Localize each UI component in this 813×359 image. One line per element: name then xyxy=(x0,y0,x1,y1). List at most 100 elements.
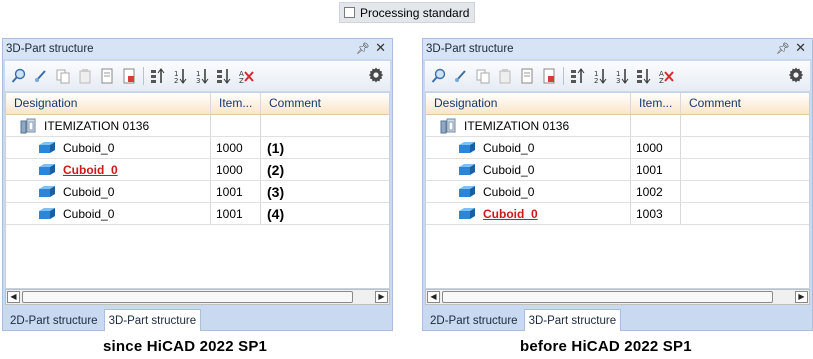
item-number: 1000 xyxy=(631,137,681,158)
column-header-item[interactable]: Item... xyxy=(631,93,681,114)
column-header-comment[interactable]: Comment xyxy=(681,93,809,114)
brush-icon[interactable] xyxy=(33,68,49,84)
comment-cell xyxy=(681,203,809,224)
part-structure-panel-right: 3D-Part structure 📌︎ ✕ 1 2 1 3 A Z Desig… xyxy=(422,38,813,331)
gear-icon[interactable] xyxy=(368,67,384,86)
tab-3d-part-structure[interactable]: 3D-Part structure xyxy=(103,309,202,331)
scroll-left-icon[interactable]: ◀ xyxy=(7,291,20,303)
close-icon[interactable]: ✕ xyxy=(795,40,806,56)
svg-text:Z: Z xyxy=(239,77,244,84)
tree-row[interactable]: Cuboid_0 1001 xyxy=(426,159,809,181)
sort-12-icon[interactable]: 12 xyxy=(592,68,608,84)
caption-since: since HiCAD 2022 SP1 xyxy=(103,338,268,355)
part-label: Cuboid_0 xyxy=(63,140,115,155)
svg-text:2: 2 xyxy=(594,77,598,84)
tab-3d-part-structure[interactable]: 3D-Part structure xyxy=(523,309,622,331)
panel-title-bar: 3D-Part structure 📌︎ ✕ xyxy=(423,39,812,59)
panel-title: 3D-Part structure xyxy=(6,43,94,55)
part-label: Cuboid_0 xyxy=(483,184,535,199)
column-header-designation[interactable]: Designation xyxy=(426,93,631,114)
column-header-designation[interactable]: Designation xyxy=(6,93,211,114)
sort-12-icon[interactable]: 12 xyxy=(172,68,188,84)
part-label: Cuboid_0 xyxy=(63,206,115,221)
grid-header: Designation Item... Comment xyxy=(426,93,809,115)
scroll-right-icon[interactable]: ▶ xyxy=(375,291,388,303)
scroll-right-icon[interactable]: ▶ xyxy=(795,291,808,303)
assembly-label: ITEMIZATION 0136 xyxy=(44,118,150,133)
tree-row[interactable]: Cuboid_0 1001 (4) xyxy=(6,203,389,225)
sort-13-icon[interactable]: 13 xyxy=(614,68,630,84)
cuboid-icon xyxy=(39,208,55,219)
cuboid-icon xyxy=(39,186,55,197)
document-icon[interactable] xyxy=(99,68,115,84)
sort-up-icon[interactable] xyxy=(150,68,166,84)
pin-icon[interactable]: 📌︎ xyxy=(356,42,370,55)
comment-cell xyxy=(681,137,809,158)
caption-before: before HiCAD 2022 SP1 xyxy=(520,338,692,355)
brush-icon[interactable] xyxy=(453,68,469,84)
item-number: 1002 xyxy=(631,181,681,202)
tab-2d-part-structure[interactable]: 2D-Part structure xyxy=(6,311,102,331)
tree-row[interactable]: Cuboid_0 1000 (2) xyxy=(6,159,389,181)
tree-row[interactable]: Cuboid_0 1002 xyxy=(426,181,809,203)
pin-icon[interactable]: 📌︎ xyxy=(776,42,790,55)
toolbar: 12 13 AZ xyxy=(5,61,390,91)
structure-grid: Designation Item... Comment ITEMIZATION … xyxy=(425,92,810,289)
svg-text:3: 3 xyxy=(196,77,200,84)
gear-icon[interactable] xyxy=(788,67,804,86)
cuboid-icon xyxy=(459,208,475,219)
scroll-thumb[interactable] xyxy=(22,291,353,303)
cuboid-icon xyxy=(459,164,475,175)
comment-cell xyxy=(681,181,809,202)
toolbar: 12 13 AZ xyxy=(425,61,810,91)
column-header-comment[interactable]: Comment xyxy=(261,93,389,114)
cuboid-icon xyxy=(39,164,55,175)
checkbox-icon[interactable] xyxy=(344,7,355,18)
sort-down-icon[interactable] xyxy=(216,68,232,84)
close-icon[interactable]: ✕ xyxy=(375,40,386,56)
sort-up-icon[interactable] xyxy=(570,68,586,84)
document-refresh-icon[interactable] xyxy=(121,68,137,84)
tree-row[interactable]: Cuboid_0 1003 xyxy=(426,203,809,225)
panel-tabs: 2D-Part structure 3D-Part structure xyxy=(3,307,392,331)
tab-2d-part-structure[interactable]: 2D-Part structure xyxy=(426,311,522,331)
tree-row-root[interactable]: ITEMIZATION 0136 xyxy=(6,115,389,137)
assembly-icon xyxy=(20,118,36,133)
part-label: Cuboid_0 xyxy=(483,162,535,177)
sort-down-icon[interactable] xyxy=(636,68,652,84)
comment-cell: (4) xyxy=(267,205,285,222)
search-icon[interactable] xyxy=(431,68,447,84)
document-refresh-icon[interactable] xyxy=(541,68,557,84)
processing-standard-checkbox[interactable]: Processing standard xyxy=(339,2,475,23)
sort-13-icon[interactable]: 13 xyxy=(194,68,210,84)
sort-az-clear-icon[interactable]: AZ xyxy=(658,68,674,84)
item-number: 1001 xyxy=(211,203,261,224)
tree-row[interactable]: Cuboid_0 1000 (1) xyxy=(6,137,389,159)
column-header-item[interactable]: Item... xyxy=(211,93,261,114)
cuboid-icon xyxy=(39,142,55,153)
scroll-thumb[interactable] xyxy=(442,291,773,303)
scroll-left-icon[interactable]: ◀ xyxy=(427,291,440,303)
tree-row[interactable]: Cuboid_0 1001 (3) xyxy=(6,181,389,203)
panel-title-bar: 3D-Part structure 📌︎ ✕ xyxy=(3,39,392,59)
sort-az-clear-icon[interactable]: AZ xyxy=(238,68,254,84)
tree-row[interactable]: Cuboid_0 1000 xyxy=(426,137,809,159)
item-number: 1001 xyxy=(211,181,261,202)
grid-rows: ITEMIZATION 0136 Cuboid_0 1000 (1) Cuboid_0 1… xyxy=(6,115,389,225)
svg-text:3: 3 xyxy=(616,77,620,84)
search-icon[interactable] xyxy=(11,68,27,84)
paste-icon[interactable] xyxy=(77,68,93,84)
copy-icon[interactable] xyxy=(55,68,71,84)
horizontal-scrollbar[interactable]: ◀ ▶ xyxy=(425,289,810,305)
svg-text:2: 2 xyxy=(174,77,178,84)
part-label: Cuboid_0 xyxy=(483,206,538,221)
copy-icon[interactable] xyxy=(475,68,491,84)
cuboid-icon xyxy=(459,186,475,197)
paste-icon[interactable] xyxy=(497,68,513,84)
part-structure-panel-left: 3D-Part structure 📌︎ ✕ 1 2 1 3 A Z Desig… xyxy=(2,38,393,331)
horizontal-scrollbar[interactable]: ◀ ▶ xyxy=(5,289,390,305)
assembly-icon xyxy=(440,118,456,133)
document-icon[interactable] xyxy=(519,68,535,84)
tree-row-root[interactable]: ITEMIZATION 0136 xyxy=(426,115,809,137)
comment-cell: (3) xyxy=(267,183,285,200)
